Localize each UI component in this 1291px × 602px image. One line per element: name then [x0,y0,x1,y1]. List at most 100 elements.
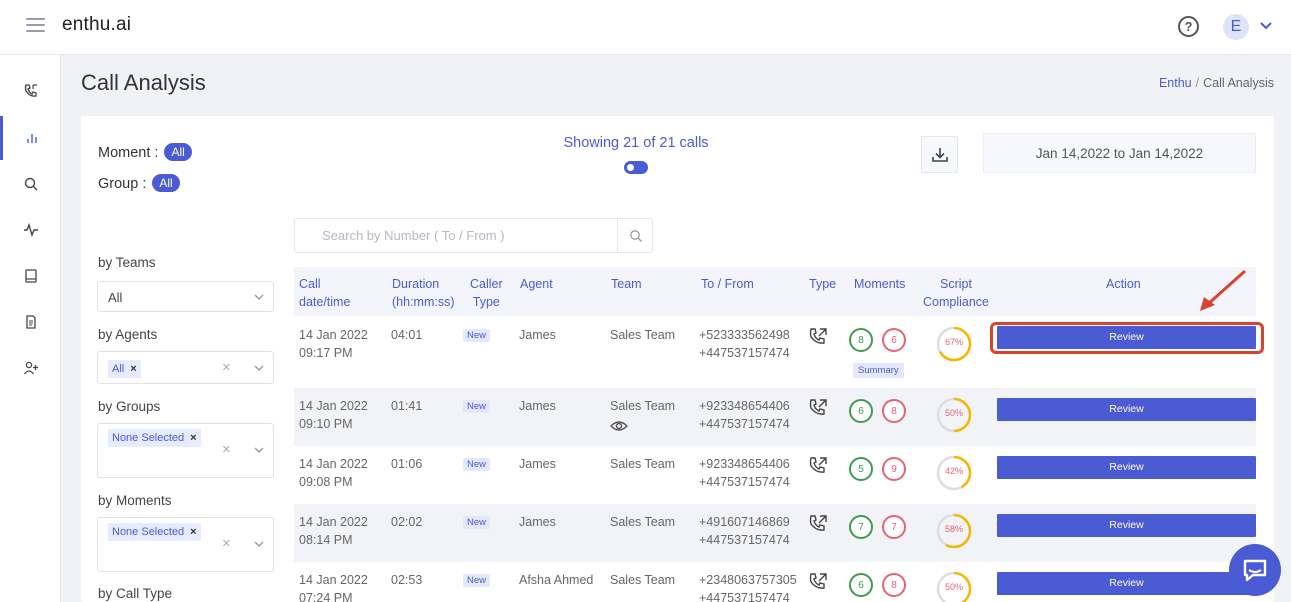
clear-icon[interactable]: × [222,535,231,552]
agent-name: James [519,457,556,471]
agents-chip-label: All [112,363,125,375]
download-button[interactable] [921,136,958,173]
script-compliance-gauge: 42% [935,454,973,492]
book-icon [24,269,37,283]
header-team[interactable]: Team [611,275,642,293]
to-from-numbers: +491607146869 +447537157474 [699,515,790,547]
table-row: 14 Jan 2022 08:14 PM 02:02 New James Sales Te… [294,504,1256,562]
negative-moments-count[interactable]: 7 [882,515,906,539]
script-compliance-value: 50% [944,582,963,592]
call-datetime: 14 Jan 2022 09:10 PM [299,399,368,431]
rail-item-analysis[interactable] [0,116,61,160]
table-row: 14 Jan 2022 09:10 PM 01:41 New James Sales Te… [294,388,1256,446]
search-input[interactable] [295,219,618,252]
moment-filter-label: Moment : [98,145,159,161]
group-filter-pill[interactable]: All [152,174,180,192]
positive-moments-count[interactable]: 6 [849,573,873,597]
chat-icon [1243,559,1267,582]
review-button[interactable]: Review [997,398,1256,421]
to-from-numbers: +2348063757305 +447537157474 [699,573,797,602]
groups-chip[interactable]: None Selected × [108,429,201,447]
positive-moments-count[interactable]: 5 [849,457,873,481]
header-moments[interactable]: Moments [854,275,905,293]
rail-item-library[interactable] [0,254,61,298]
remove-chip-icon[interactable]: × [190,526,196,538]
chat-widget-button[interactable] [1229,544,1281,596]
script-compliance-gauge: 50% [935,396,973,434]
header-duration[interactable]: Duration (hh:mm:ss) [392,275,455,311]
negative-moments-count[interactable]: 9 [882,457,906,481]
side-rail [0,55,61,602]
positive-moments-count[interactable]: 6 [849,399,873,423]
view-toggle[interactable] [624,161,648,174]
review-button[interactable]: Review [997,572,1256,595]
search-bar [294,218,653,253]
moment-filter-pill[interactable]: All [164,143,192,161]
help-icon[interactable]: ? [1178,16,1199,37]
moments-select[interactable]: None Selected × × [97,517,274,572]
team-name: Sales Team [610,573,676,587]
header-agent[interactable]: Agent [520,275,553,293]
rail-item-calls[interactable] [0,69,61,113]
script-compliance-value: 42% [944,466,963,476]
remove-chip-icon[interactable]: × [190,432,196,444]
remove-chip-icon[interactable]: × [130,363,136,375]
agents-chip[interactable]: All × [108,360,141,378]
rail-item-reports[interactable] [0,300,61,344]
negative-moments-count[interactable]: 8 [882,573,906,597]
caller-type-badge: New [463,400,491,413]
date-range-picker[interactable]: Jan 14,2022 to Jan 14,2022 [983,133,1256,173]
team-name: Sales Team [610,328,676,342]
header-caller-type[interactable]: Caller Type [470,275,503,311]
call-duration: 01:06 [391,457,423,471]
teams-select[interactable]: All [97,281,274,312]
clear-icon[interactable]: × [222,441,231,458]
header-call-datetime[interactable]: Call date/time [299,275,350,311]
call-duration: 01:41 [391,399,423,413]
chevron-down-icon[interactable] [1259,18,1273,32]
header-script-compliance[interactable]: Script Compliance [923,275,989,311]
rail-item-activity[interactable] [0,208,61,252]
outgoing-call-icon [809,399,827,415]
activity-icon [23,222,38,238]
eye-icon[interactable] [610,419,628,433]
brand-logo[interactable]: enthu.ai [62,14,131,36]
phone-icon [24,84,37,97]
moment-filter: Moment : All [98,143,192,161]
positive-moments-count[interactable]: 7 [849,515,873,539]
chevron-down-icon [254,541,264,547]
to-from-numbers: +523333562498 +447537157474 [699,328,790,360]
arrow-annotation-icon [1200,269,1246,311]
header-to-from[interactable]: To / From [701,275,754,293]
add-user-icon [23,361,38,375]
chevron-down-icon [254,294,264,300]
review-button[interactable]: Review [997,514,1256,537]
moments-chip[interactable]: None Selected × [108,523,201,541]
search-button[interactable] [619,219,653,252]
rail-item-users[interactable] [0,346,61,390]
outgoing-call-icon [809,328,827,344]
breadcrumb-separator: / [1195,76,1200,90]
call-datetime: 14 Jan 2022 09:17 PM [299,328,368,360]
agent-name: James [519,515,556,529]
negative-moments-count[interactable]: 6 [882,328,906,352]
search-icon [24,177,37,191]
teams-select-value: All [108,290,123,305]
breadcrumb-link-root[interactable]: Enthu [1159,76,1192,90]
review-button[interactable]: Review [997,456,1256,479]
agents-select[interactable]: All × × [97,351,274,384]
positive-moments-count[interactable]: 8 [849,328,873,352]
to-from-numbers: +923348654406 +447537157474 [699,399,790,431]
avatar[interactable]: E [1223,14,1249,40]
clear-icon[interactable]: × [222,359,231,376]
rail-item-search[interactable] [0,162,61,206]
moments-chip-label: None Selected [112,526,185,538]
outgoing-call-icon [809,457,827,473]
negative-moments-count[interactable]: 8 [882,399,906,423]
groups-select[interactable]: None Selected × × [97,423,274,478]
menu-icon[interactable] [26,18,45,34]
summary-badge[interactable]: Summary [853,363,904,378]
breadcrumb-current: Call Analysis [1203,76,1274,90]
search-icon [630,229,642,242]
header-type[interactable]: Type [809,275,836,293]
